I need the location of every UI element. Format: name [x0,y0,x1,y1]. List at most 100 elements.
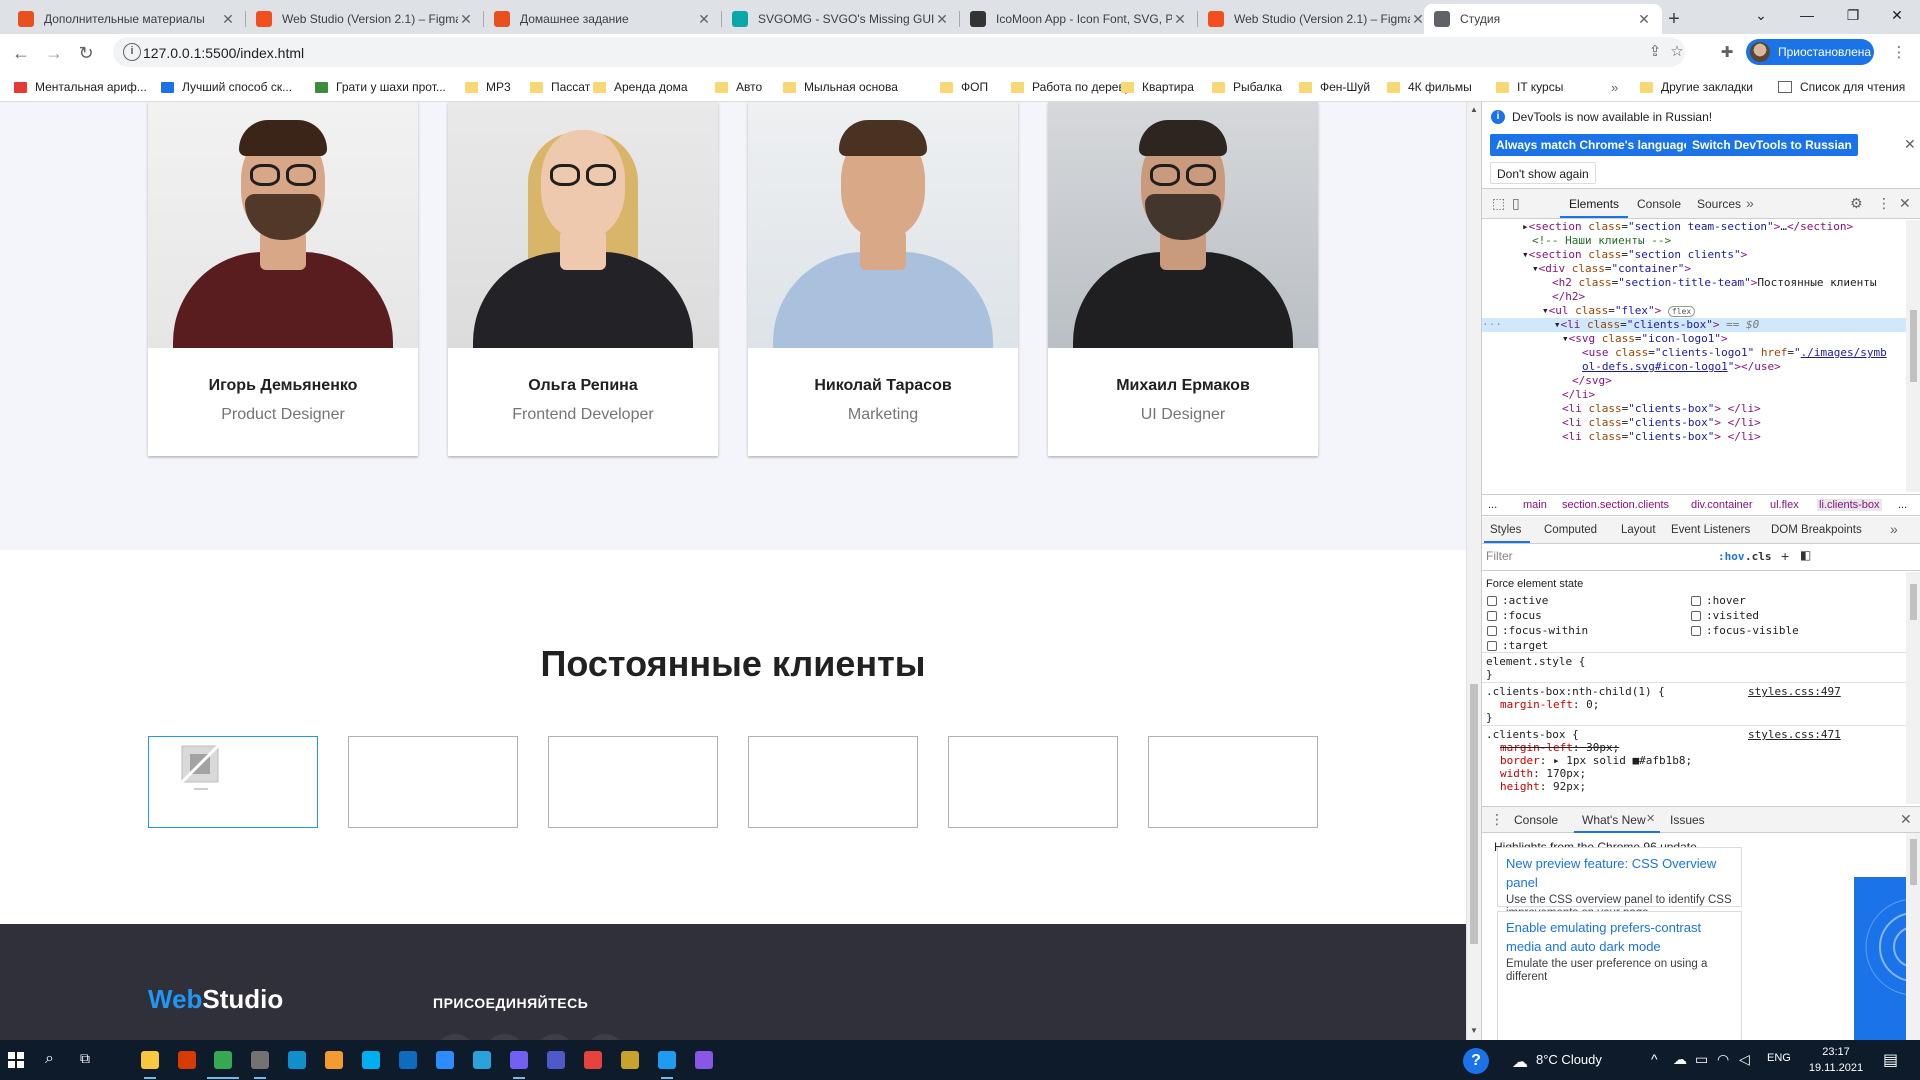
wn-card-title[interactable]: New preview feature: CSS Overview panel [1506,854,1733,892]
wifi-icon[interactable]: ◠ [1717,1051,1729,1068]
breadcrumb-item[interactable]: ul.flex [1770,499,1799,511]
styles-scroll-thumb[interactable] [1910,584,1917,620]
rule2-source-link[interactable]: styles.css:471 [1748,728,1841,741]
dom-line[interactable]: <li class="clients-box"> </li> [1562,402,1761,416]
dom-line[interactable]: ▾<section class="section clients"> [1522,248,1747,262]
breadcrumb-item[interactable]: ... [1898,499,1907,511]
state-checkbox[interactable] [1487,626,1497,636]
search-icon[interactable]: ⌕ [45,1050,54,1068]
dom-line[interactable]: </li> [1562,388,1595,402]
bookmark-item[interactable]: Рыбалка [1212,78,1282,96]
tab-close-icon[interactable]: ✕ [934,11,950,27]
clock[interactable]: 23:17 19.11.2021 [1804,1044,1868,1076]
other-bookmarks[interactable]: Другие закладки [1640,78,1753,96]
github-icon[interactable] [695,1051,713,1069]
show-hidden-icons-icon[interactable]: ^ [1651,1051,1658,1067]
bookmark-item[interactable]: 4К фильмы [1387,78,1472,96]
dom-line[interactable]: <use class="clients-logo1" href="./image… [1582,346,1887,360]
bookmark-item[interactable]: Мыльная основа [783,78,898,96]
client-logo-box[interactable] [948,736,1118,828]
scroll-up-icon[interactable]: ▲ [1470,105,1478,114]
site-info-icon[interactable]: i [123,43,141,61]
windows-start-icon[interactable] [8,1052,24,1068]
footer-logo[interactable]: WebStudio [148,984,283,1015]
team-member-card[interactable]: Михаил Ермаков UI Designer [1048,102,1318,456]
tab-close-icon[interactable]: ✕ [1172,11,1188,27]
sub-tab-layout[interactable]: Layout [1621,524,1656,536]
state-label[interactable]: :focus-within [1502,624,1588,637]
bookmarks-overflow-icon[interactable]: » [1611,78,1618,96]
teams-icon[interactable] [547,1051,565,1069]
help-icon[interactable]: ? [1463,1048,1489,1074]
settings-gear-icon[interactable]: ⚙ [1850,195,1863,212]
dom-line[interactable]: <li class="clients-box"> </li> [1562,430,1761,444]
weather-text[interactable]: 8°C Cloudy [1536,1052,1602,1067]
tab-search-icon[interactable]: ⌄ [1738,0,1784,30]
drawer-close-icon[interactable]: ✕ [1900,811,1912,828]
more-sub-tabs-icon[interactable]: » [1890,521,1898,537]
page-scrollbar-thumb[interactable] [1470,684,1478,944]
sub-tab-computed[interactable]: Computed [1544,524,1597,536]
wn-scroll-thumb[interactable] [1910,839,1917,885]
window-close-icon[interactable]: ✕ [1874,0,1920,30]
client-logo-box[interactable] [548,736,718,828]
browser-tab[interactable]: IcoMoon App - Icon Font, SVG, P ✕ [960,4,1198,34]
dom-line-selected[interactable]: ··· ▾<li class="clients-box"> == $0 [1482,318,1906,332]
bookmark-item[interactable]: Работа по дереву [1011,78,1131,96]
state-label[interactable]: :visited [1706,609,1759,622]
team-member-card[interactable]: Игорь Демьяненко Product Designer [148,102,418,456]
dom-scroll-thumb[interactable] [1910,310,1917,382]
state-label[interactable]: :target [1502,639,1548,652]
bookmark-item[interactable]: MP3 [465,78,511,96]
devtools-close-icon[interactable]: ✕ [1899,195,1911,212]
file-explorer-icon[interactable] [141,1051,159,1069]
rule1-selector[interactable]: .clients-box:nth-child(1) { [1486,685,1665,698]
client-logo-box[interactable] [748,736,918,828]
sub-tab-styles[interactable]: Styles [1490,524,1521,536]
browser-tab[interactable]: Дополнительные материалы ✕ [8,4,246,34]
switch-language-button[interactable]: Switch DevTools to Russian [1686,134,1858,156]
whats-new-scrollbar[interactable] [1906,833,1920,1040]
back-icon[interactable]: ← [7,39,35,67]
onedrive-icon[interactable]: ☁ [1673,1051,1687,1068]
infobar-close-icon[interactable]: ✕ [1904,136,1916,153]
dom-tree-scrollbar[interactable] [1906,220,1920,492]
chrome-icon[interactable] [214,1051,232,1069]
menu-icon[interactable]: ⋮ [1889,43,1909,63]
dom-line[interactable]: <h2 class="section-title-team">Постоянны… [1552,276,1877,290]
more-tabs-icon[interactable]: » [1746,195,1754,211]
outlook-icon[interactable] [399,1051,417,1069]
cls-toggle[interactable]: .cls [1745,550,1772,563]
team-member-card[interactable]: Ольга Репина Frontend Developer [448,102,718,456]
drawer-tab-issues[interactable]: Issues [1670,813,1705,827]
edge-icon[interactable] [288,1051,306,1069]
whats-new-card[interactable]: New preview feature: CSS Overview panel … [1497,847,1742,919]
browser-tab[interactable]: Студия ✕ [1424,4,1662,34]
dom-tree[interactable]: ▸<section class="section team-section">…… [1482,220,1906,492]
dom-line[interactable]: ▾<ul class="flex"> flex [1542,304,1696,318]
styles-filter-input[interactable]: Filter [1486,549,1513,563]
bookmark-item[interactable]: Ментальная ариф... [14,78,147,96]
dom-line[interactable]: <li class="clients-box"> </li> [1562,416,1761,430]
state-checkbox[interactable] [1691,596,1701,606]
share-icon[interactable]: ⇪ [1645,42,1665,62]
dom-line[interactable]: ▾<div class="container"> [1532,262,1691,276]
photo-app-icon[interactable] [325,1051,343,1069]
reading-list[interactable]: Список для чтения [1778,78,1905,96]
bookmark-item[interactable]: ФОП [940,78,988,96]
drawer-tab-close-icon[interactable]: ✕ [1646,812,1655,825]
tab-close-icon[interactable]: ✕ [458,11,474,27]
state-checkbox[interactable] [1487,641,1497,651]
notifications-icon[interactable]: ▤ [1883,1050,1898,1070]
office-icon[interactable] [178,1051,196,1069]
tab-elements[interactable]: Elements [1569,197,1619,211]
state-checkbox[interactable] [1691,611,1701,621]
battery-icon[interactable]: ▭ [1695,1051,1708,1068]
scroll-down-icon[interactable]: ▼ [1470,1026,1478,1035]
browser-tab[interactable]: SVGOMG - SVGO's Missing GUI ✕ [722,4,960,34]
breadcrumb-item[interactable]: li.clients-box [1817,499,1882,511]
breadcrumb-item[interactable]: ... [1488,499,1497,511]
calculator-icon[interactable] [251,1051,269,1069]
wn-card-title[interactable]: Enable emulating prefers-contrast media … [1506,918,1733,956]
state-checkbox[interactable] [1691,626,1701,636]
